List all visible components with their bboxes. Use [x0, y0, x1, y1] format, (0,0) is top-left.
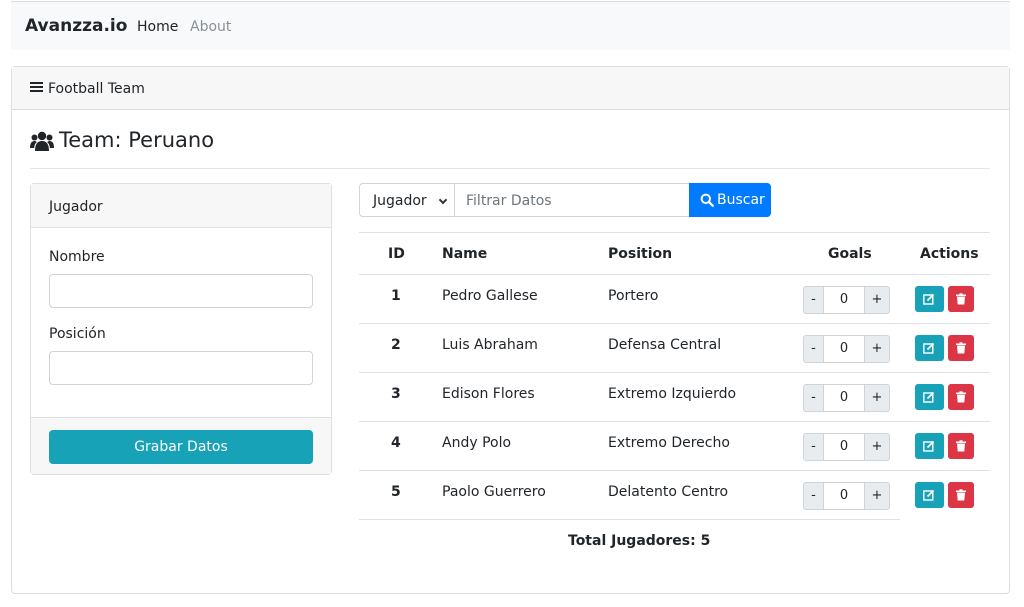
search-button-label: Buscar	[717, 192, 765, 208]
save-button[interactable]: Grabar Datos	[49, 430, 313, 464]
filter-select-value: Jugador	[373, 193, 427, 209]
decrement-goals-button[interactable]: -	[803, 335, 824, 363]
player-position: Portero	[608, 288, 659, 304]
decrement-goals-button[interactable]: -	[803, 433, 824, 461]
decrement-goals-button[interactable]: -	[803, 384, 824, 412]
edit-icon	[923, 440, 935, 452]
table-row: 2 Luis Abraham Defensa Central - 0 +	[359, 323, 990, 372]
edit-icon	[923, 293, 935, 305]
form-footer: Grabar Datos	[31, 417, 331, 474]
increment-goals-button[interactable]: +	[864, 384, 890, 412]
column-header-name: Name	[442, 246, 488, 262]
player-id: 3	[391, 386, 401, 402]
filter-input-placeholder: Filtrar Datos	[466, 193, 552, 209]
table-bottom-border	[359, 519, 900, 520]
goals-stepper: - 0 +	[803, 286, 890, 314]
player-name: Edison Flores	[442, 386, 535, 402]
player-name: Luis Abraham	[442, 337, 538, 353]
card-header-title: Football Team	[48, 81, 145, 97]
navbar: Avanzza.io Home About	[11, 1, 1010, 50]
column-header-goals: Goals	[828, 246, 872, 262]
increment-goals-button[interactable]: +	[864, 335, 890, 363]
position-label: Posición	[49, 326, 106, 342]
team-title: Team: Peruano	[59, 128, 215, 152]
player-form-card: Jugador Nombre Posición Grabar Datos	[30, 183, 332, 475]
player-name: Andy Polo	[442, 435, 512, 451]
increment-goals-button[interactable]: +	[864, 433, 890, 461]
table-row: 5 Paolo Guerrero Delatento Centro - 0 +	[359, 470, 990, 519]
filter-select[interactable]: Jugador	[359, 183, 455, 217]
delete-button[interactable]	[948, 482, 974, 508]
increment-goals-button[interactable]: +	[864, 286, 890, 314]
table-row: 4 Andy Polo Extremo Derecho - 0 +	[359, 421, 990, 470]
edit-icon	[923, 342, 935, 354]
goals-value[interactable]: 0	[823, 335, 865, 363]
edit-icon	[923, 489, 935, 501]
edit-button[interactable]	[915, 482, 944, 508]
goals-value[interactable]: 0	[823, 482, 865, 510]
chevron-down-icon	[438, 195, 448, 205]
card-header: Football Team	[12, 67, 1009, 110]
edit-button[interactable]	[915, 286, 944, 312]
total-players: Total Jugadores: 5	[568, 533, 711, 549]
goals-value[interactable]: 0	[823, 286, 865, 314]
divider	[30, 168, 990, 169]
users-icon	[30, 131, 54, 151]
player-position: Extremo Derecho	[608, 435, 730, 451]
column-header-actions: Actions	[920, 246, 979, 262]
delete-button[interactable]	[948, 384, 974, 410]
list-icon	[30, 82, 43, 93]
player-id: 2	[391, 337, 401, 353]
column-header-position: Position	[608, 246, 673, 262]
delete-button[interactable]	[948, 335, 974, 361]
player-name: Paolo Guerrero	[442, 484, 546, 500]
table-row: 1 Pedro Gallese Portero - 0 +	[359, 274, 990, 323]
column-header-id: ID	[388, 246, 405, 262]
player-position: Extremo Izquierdo	[608, 386, 737, 402]
search-button[interactable]: Buscar	[689, 183, 771, 217]
trash-icon	[956, 391, 966, 403]
delete-button[interactable]	[948, 286, 974, 312]
player-position: Defensa Central	[608, 337, 722, 353]
goals-stepper: - 0 +	[803, 384, 890, 412]
search-icon	[700, 193, 714, 207]
filter-input[interactable]: Filtrar Datos	[455, 183, 690, 217]
goals-value[interactable]: 0	[823, 384, 865, 412]
goals-stepper: - 0 +	[803, 335, 890, 363]
table-top-border	[359, 232, 990, 233]
trash-icon	[956, 489, 966, 501]
name-label: Nombre	[49, 249, 105, 265]
nav-link-about[interactable]: About	[190, 19, 231, 35]
trash-icon	[956, 342, 966, 354]
table-row: 3 Edison Flores Extremo Izquierdo - 0 +	[359, 372, 990, 421]
delete-button[interactable]	[948, 433, 974, 459]
trash-icon	[956, 440, 966, 452]
form-header-title: Jugador	[49, 199, 103, 215]
decrement-goals-button[interactable]: -	[803, 286, 824, 314]
player-name: Pedro Gallese	[442, 288, 538, 304]
nav-link-home[interactable]: Home	[137, 19, 178, 35]
player-position: Delatento Centro	[608, 484, 729, 500]
form-header: Jugador	[31, 184, 331, 228]
trash-icon	[956, 293, 966, 305]
player-id: 4	[391, 435, 401, 451]
edit-icon	[923, 391, 935, 403]
goals-stepper: - 0 +	[803, 433, 890, 461]
player-id: 1	[391, 288, 401, 304]
player-id: 5	[391, 484, 401, 500]
edit-button[interactable]	[915, 433, 944, 459]
goals-stepper: - 0 +	[803, 482, 890, 510]
decrement-goals-button[interactable]: -	[803, 482, 824, 510]
edit-button[interactable]	[915, 384, 944, 410]
name-input[interactable]	[49, 274, 313, 308]
edit-button[interactable]	[915, 335, 944, 361]
position-input[interactable]	[49, 351, 313, 385]
goals-value[interactable]: 0	[823, 433, 865, 461]
increment-goals-button[interactable]: +	[864, 482, 890, 510]
brand-logo[interactable]: Avanzza.io	[25, 16, 127, 36]
